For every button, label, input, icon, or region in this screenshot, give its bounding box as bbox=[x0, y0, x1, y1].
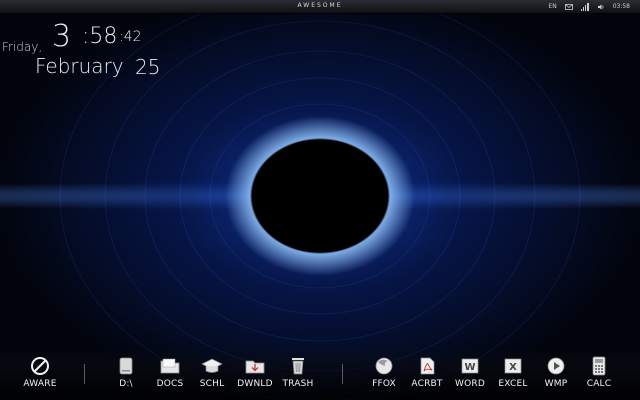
download-folder-icon bbox=[245, 360, 265, 374]
word-icon: W bbox=[461, 358, 479, 374]
firefox-icon bbox=[375, 357, 393, 375]
clock-day: Friday, bbox=[2, 40, 43, 54]
dock-label: DOCS bbox=[156, 379, 184, 389]
folder-icon bbox=[160, 358, 180, 374]
dock-label: TRASH bbox=[282, 379, 314, 389]
dock-item-media-player[interactable]: WMP bbox=[534, 356, 578, 389]
dock-item-firefox[interactable]: FFOX bbox=[362, 356, 406, 389]
dock-separator bbox=[84, 364, 85, 384]
dock-label: FFOX bbox=[372, 379, 396, 389]
svg-text:W: W bbox=[464, 362, 475, 373]
tray-clock[interactable]: 03:58 bbox=[613, 3, 630, 10]
dock-label: AWARE bbox=[23, 379, 57, 389]
dock-label: WORD bbox=[455, 379, 485, 389]
trash-icon bbox=[292, 358, 304, 375]
dock-separator bbox=[342, 364, 343, 384]
dock-label: SCHL bbox=[199, 379, 225, 389]
dock-item-docs[interactable]: DOCS bbox=[148, 356, 192, 389]
svg-text:X: X bbox=[509, 362, 517, 373]
clock-month: February bbox=[35, 54, 124, 78]
no-entry-icon bbox=[31, 357, 49, 375]
graduation-cap-icon bbox=[201, 358, 223, 373]
clock-second: :42 bbox=[119, 29, 142, 45]
media-player-icon bbox=[547, 357, 565, 375]
dock-label: D:\ bbox=[119, 379, 133, 389]
clock-hour: 3 bbox=[52, 19, 72, 54]
volume-icon[interactable] bbox=[597, 3, 605, 11]
clock-minute: :58 bbox=[82, 24, 118, 49]
drive-icon bbox=[119, 357, 133, 375]
signal-strength-icon[interactable] bbox=[580, 2, 589, 11]
top-panel: AWESOME EN 03:58 bbox=[0, 0, 640, 14]
dock-item-calculator[interactable]: CALC bbox=[577, 356, 621, 389]
dock-label: DWNLD bbox=[237, 379, 273, 389]
dock-item-word[interactable]: W WORD bbox=[448, 356, 492, 389]
panel-title: AWESOME bbox=[297, 2, 343, 9]
dock-item-trash[interactable]: TRASH bbox=[276, 356, 320, 389]
dock-item-aware[interactable]: AWARE bbox=[18, 356, 62, 389]
dock-item-excel[interactable]: X EXCEL bbox=[491, 356, 535, 389]
dock-item-school[interactable]: SCHL bbox=[190, 356, 234, 389]
acrobat-icon bbox=[420, 357, 435, 375]
dock-item-acrobat[interactable]: ACRBT bbox=[405, 356, 449, 389]
dock-label: EXCEL bbox=[498, 379, 528, 389]
dock-item-drive[interactable]: D:\ bbox=[104, 356, 148, 389]
envelope-icon[interactable] bbox=[564, 3, 573, 11]
language-indicator[interactable]: EN bbox=[548, 3, 556, 10]
system-tray: EN 03:58 bbox=[548, 1, 630, 12]
excel-icon: X bbox=[504, 358, 522, 374]
dock-label: WMP bbox=[544, 379, 568, 389]
dock-label: ACRBT bbox=[411, 379, 443, 389]
dock-label: CALC bbox=[586, 379, 612, 389]
dock-item-downloads[interactable]: DWNLD bbox=[233, 356, 277, 389]
calculator-icon bbox=[592, 356, 606, 376]
clock-date: 25 bbox=[135, 55, 161, 79]
